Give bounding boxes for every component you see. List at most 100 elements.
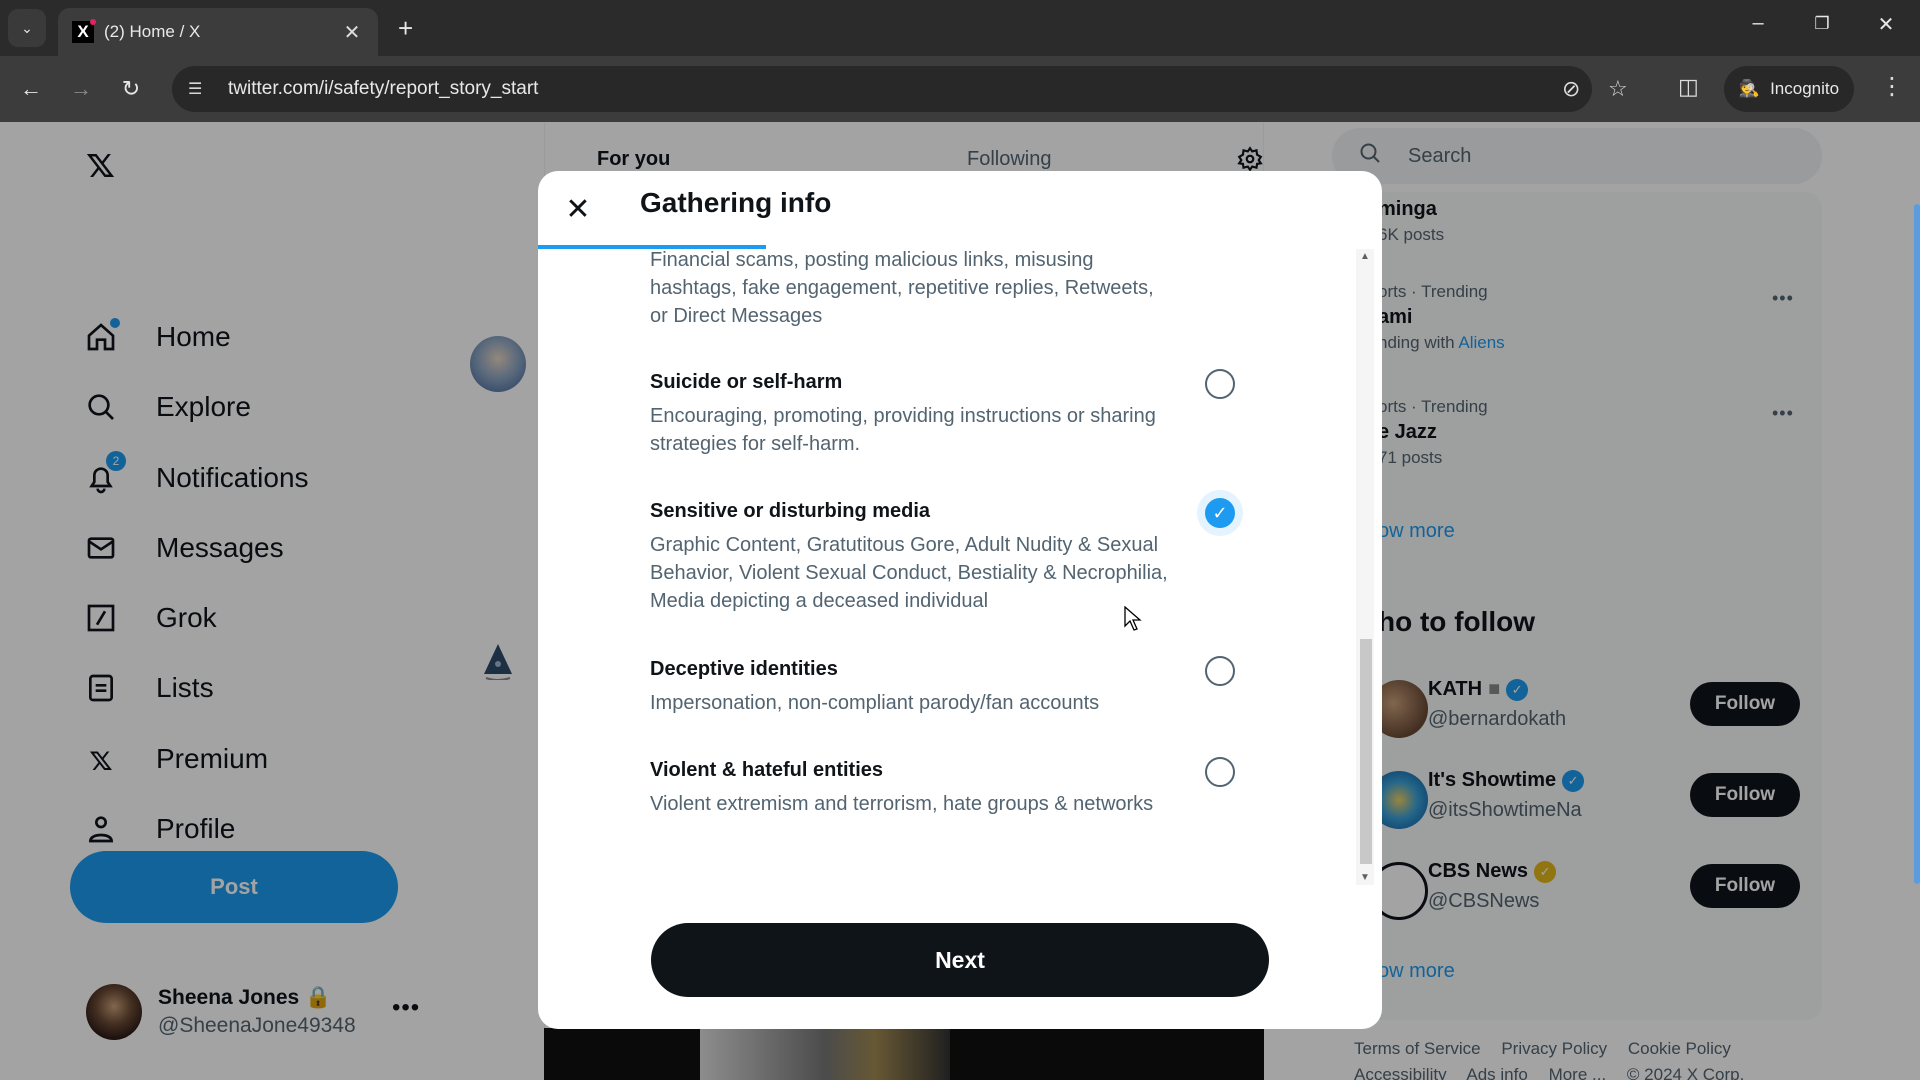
nav-label-notifications: Notifications	[156, 462, 309, 493]
search-input[interactable]: Search	[1408, 145, 1471, 168]
account-more-icon[interactable]: •••	[392, 994, 420, 1022]
wtf-show-more-link[interactable]: ow more	[1378, 960, 1455, 983]
follow-suggestion[interactable]: CBS News ✓ @CBSNews Follow	[1370, 860, 1808, 924]
x-logo-icon[interactable]: 𝕩	[86, 138, 115, 187]
home-unread-dot	[110, 318, 120, 328]
follow-suggestion[interactable]: It's Showtime ✓ @itsShowtimeNa Follow	[1370, 769, 1808, 833]
report-option[interactable]: Violent & hateful entities Violent extre…	[650, 757, 1330, 818]
tab-close-icon[interactable]: ✕	[340, 20, 364, 45]
option-radio-checked[interactable]: ✓	[1205, 498, 1235, 528]
report-option[interactable]: Suicide or self-harm Encouraging, promot…	[650, 369, 1330, 458]
close-window-button[interactable]: ✕	[1866, 12, 1906, 37]
arrow-right-icon: →	[70, 76, 92, 101]
browser-titlebar: ⌄ X (2) Home / X ✕ + – ❐ ✕	[0, 0, 1920, 56]
option-radio[interactable]	[1205, 656, 1235, 686]
page-scrollbar[interactable]	[1914, 204, 1920, 884]
new-tab-button[interactable]: +	[398, 14, 413, 42]
nav-item-profile[interactable]: Profile	[84, 804, 235, 854]
browser-menu-icon[interactable]: ⋮	[1880, 72, 1904, 101]
nav-item-home[interactable]: Home	[84, 312, 231, 362]
account-handle: @SheenaJone49348	[158, 1014, 356, 1037]
side-panel-icon[interactable]: ◫	[1678, 74, 1699, 100]
incognito-label: Incognito	[1770, 79, 1840, 98]
post-media[interactable]	[544, 1028, 1264, 1080]
eye-off-icon[interactable]: ⊘	[1562, 76, 1580, 102]
back-button[interactable]: ←	[16, 74, 46, 104]
footer-link[interactable]: Ads info	[1466, 1065, 1527, 1080]
suggestion-name: CBS News	[1428, 860, 1529, 882]
tab-for-you[interactable]: For you	[597, 148, 670, 171]
tab-search-button[interactable]: ⌄	[8, 9, 46, 47]
nav-item-messages[interactable]: Messages	[84, 523, 284, 573]
reload-button[interactable]: ↻	[116, 74, 146, 104]
forward-button[interactable]: →	[66, 74, 96, 104]
follow-button[interactable]: Follow	[1690, 682, 1800, 726]
scroll-up-arrow-icon[interactable]: ▲	[1356, 251, 1374, 262]
footer-link[interactable]: Accessibility	[1354, 1065, 1447, 1080]
report-option[interactable]: Deceptive identities Impersonation, non-…	[650, 656, 1330, 717]
search-icon	[84, 390, 118, 424]
trend-title: ami	[1378, 306, 1413, 328]
follow-suggestion[interactable]: KATH ■ ✓ @bernardokath Follow	[1370, 678, 1808, 742]
trend-item[interactable]: orts · Trending e Jazz 71 posts	[1378, 397, 1488, 468]
footer-link[interactable]: More ...	[1549, 1065, 1607, 1080]
trend-more-icon[interactable]: •••	[1772, 288, 1794, 309]
nav-item-grok[interactable]: Grok	[84, 593, 217, 643]
nav-item-premium[interactable]: 𝕩 Premium	[84, 734, 268, 784]
grok-icon	[84, 601, 118, 635]
close-dialog-button[interactable]: ✕	[558, 189, 598, 229]
star-icon[interactable]: ☆	[1608, 76, 1628, 102]
post-author-avatar[interactable]	[470, 336, 526, 392]
nav-label-home: Home	[156, 321, 231, 352]
follow-button[interactable]: Follow	[1690, 864, 1800, 908]
nav-label-grok: Grok	[156, 602, 217, 633]
lock-icon: 🔒	[305, 986, 332, 1009]
footer-link[interactable]: Terms of Service	[1354, 1039, 1481, 1058]
nav-item-explore[interactable]: Explore	[84, 382, 251, 432]
search-box[interactable]: Search	[1332, 128, 1822, 184]
mouse-cursor-icon	[1124, 606, 1142, 631]
trends-show-more-link[interactable]: ow more	[1378, 520, 1455, 543]
nav-label-lists: Lists	[156, 672, 214, 703]
verified-badge-icon: ✓	[1562, 769, 1585, 792]
next-button[interactable]: Next	[651, 923, 1269, 997]
browser-tab[interactable]: X (2) Home / X ✕	[58, 8, 378, 56]
dialog-scrollbar[interactable]: ▲ ▼	[1356, 249, 1374, 885]
post-author-avatar-logo[interactable]	[480, 638, 516, 681]
trend-item[interactable]: minga 6K posts	[1378, 194, 1444, 245]
tab-following[interactable]: Following	[967, 148, 1051, 171]
gold-verified-badge-icon: ✓	[1534, 860, 1557, 883]
tab-title: (2) Home / X	[104, 22, 201, 41]
incognito-indicator[interactable]: 🕵 Incognito	[1724, 66, 1854, 112]
account-avatar	[86, 984, 142, 1040]
dialog-scrollbar-thumb[interactable]	[1360, 639, 1372, 864]
nav-label-explore: Explore	[156, 391, 251, 422]
address-bar[interactable]: ☰ twitter.com/i/safety/report_story_star…	[172, 66, 1628, 112]
x-favicon-icon: X	[72, 19, 96, 43]
nav-item-lists[interactable]: Lists	[84, 663, 214, 713]
search-icon	[1358, 141, 1382, 171]
site-settings-icon[interactable]: ☰	[188, 79, 212, 99]
scroll-down-arrow-icon[interactable]: ▼	[1356, 872, 1374, 883]
follow-button[interactable]: Follow	[1690, 773, 1800, 817]
nav-item-notifications[interactable]: 2 Notifications	[84, 451, 309, 503]
person-icon	[84, 812, 118, 846]
trend-item[interactable]: orts · Trending ami nding with Aliens	[1378, 282, 1505, 353]
chevron-down-icon: ⌄	[21, 19, 33, 36]
who-to-follow-title: ho to follow	[1378, 606, 1536, 637]
trend-title: minga	[1378, 198, 1437, 220]
account-switcher[interactable]: Sheena Jones 🔒 @SheenaJone49348	[86, 984, 356, 1040]
url-text[interactable]: twitter.com/i/safety/report_story_start	[228, 78, 538, 100]
trend-link[interactable]: Aliens	[1458, 333, 1504, 352]
trend-more-icon[interactable]: •••	[1772, 403, 1794, 424]
restore-button[interactable]: ❐	[1802, 14, 1842, 34]
minimize-button[interactable]: –	[1738, 12, 1778, 35]
report-dialog: ✕ Gathering info Financial scams, postin…	[538, 171, 1382, 1029]
footer-links: Terms of Service Privacy Policy Cookie P…	[1354, 1036, 1814, 1080]
option-radio[interactable]	[1205, 369, 1235, 399]
footer-link[interactable]: Cookie Policy	[1628, 1039, 1731, 1058]
footer-link[interactable]: Privacy Policy	[1501, 1039, 1607, 1058]
post-button[interactable]: Post	[70, 851, 398, 923]
report-option[interactable]: Sensitive or disturbing media Graphic Co…	[650, 498, 1330, 615]
option-radio[interactable]	[1205, 757, 1235, 787]
